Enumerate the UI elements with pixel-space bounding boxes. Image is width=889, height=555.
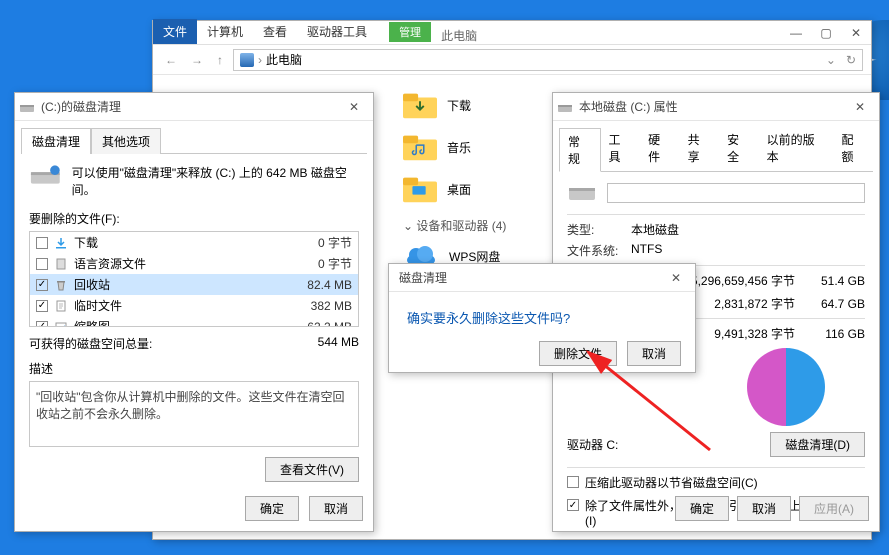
tab-general[interactable]: 常规	[559, 128, 601, 172]
ribbon-tab-computer[interactable]: 计算机	[197, 19, 253, 44]
ribbon-tab-file[interactable]: 文件	[153, 19, 197, 44]
ribbon-tab-drivetools[interactable]: 驱动器工具	[297, 19, 377, 44]
confirm-title: 磁盘清理	[393, 269, 661, 286]
folder-icon	[403, 91, 437, 119]
apply-button[interactable]: 应用(A)	[799, 496, 869, 521]
description-label: 描述	[29, 360, 359, 377]
capacity-pie-chart	[747, 348, 825, 426]
thumbnail-icon	[54, 320, 68, 328]
checkbox[interactable]: ✓	[567, 499, 579, 511]
up-button[interactable]: ↑	[213, 53, 227, 67]
download-icon	[54, 236, 68, 250]
cleanup-tabs: 磁盘清理 其他选项	[21, 127, 367, 154]
ribbon-context-manage[interactable]: 管理	[389, 22, 431, 42]
this-pc-icon	[240, 53, 254, 67]
confirm-dialog: 磁盘清理 ✕ 确实要永久删除这些文件吗? 删除文件 取消	[388, 263, 696, 373]
type-value: 本地磁盘	[631, 221, 679, 238]
props-title: 本地磁盘 (C:) 属性	[579, 98, 845, 115]
explorer-ribbon: 文件 计算机 查看 驱动器工具 管理 此电脑 — ▢ ✕	[153, 21, 871, 45]
disk-cleanup-window: (C:)的磁盘清理 ✕ 磁盘清理 其他选项 可以使用"磁盘清理"来释放 (C:)…	[14, 92, 374, 532]
recycle-bin-icon	[54, 278, 68, 292]
temp-file-icon	[54, 299, 68, 313]
folder-label: 音乐	[447, 139, 471, 156]
tab-security[interactable]: 安全	[719, 127, 759, 171]
ok-button[interactable]: 确定	[245, 496, 299, 521]
tab-previous[interactable]: 以前的版本	[759, 127, 834, 171]
forward-button[interactable]: →	[187, 53, 207, 67]
tab-tools[interactable]: 工具	[601, 127, 641, 171]
list-item[interactable]: 下载0 字节	[30, 232, 358, 253]
tab-disk-cleanup[interactable]: 磁盘清理	[21, 128, 91, 154]
files-to-delete-label: 要删除的文件(F):	[29, 210, 359, 227]
folder-icon	[403, 133, 437, 161]
cleanup-titlebar: (C:)的磁盘清理 ✕	[15, 93, 373, 121]
checkbox[interactable]	[36, 237, 48, 249]
address-bar-row: ← → ↑ › 此电脑 ⌄ ↻	[153, 45, 871, 75]
confirm-titlebar: 磁盘清理 ✕	[389, 264, 695, 292]
cancel-button[interactable]: 取消	[627, 341, 681, 366]
minimize-button[interactable]: —	[781, 22, 811, 44]
breadcrumb-text: 此电脑	[266, 51, 302, 68]
device-label: WPS网盘	[449, 248, 500, 265]
description-text: "回收站"包含你从计算机中删除的文件。这些文件在清空回收站之前不会永久删除。	[29, 381, 359, 447]
fs-value: NTFS	[631, 242, 662, 259]
props-titlebar: 本地磁盘 (C:) 属性 ✕	[553, 93, 879, 121]
tab-more-options[interactable]: 其他选项	[91, 128, 161, 154]
tab-hardware[interactable]: 硬件	[640, 127, 680, 171]
cancel-button[interactable]: 取消	[309, 496, 363, 521]
cancel-button[interactable]: 取消	[737, 496, 791, 521]
back-button[interactable]: ←	[161, 53, 181, 67]
total-label: 可获得的磁盘空间总量:	[29, 335, 152, 352]
checkbox[interactable]	[567, 476, 579, 488]
explorer-title: 此电脑	[441, 27, 477, 44]
checkbox[interactable]	[36, 258, 48, 270]
list-item[interactable]: ✓ 回收站82.4 MB	[30, 274, 358, 295]
drive-icon	[557, 99, 573, 115]
fs-label: 文件系统:	[567, 242, 631, 259]
tab-quota[interactable]: 配额	[833, 127, 873, 171]
folder-label: 下载	[447, 97, 471, 114]
file-icon	[54, 257, 68, 271]
ribbon-tab-view[interactable]: 查看	[253, 19, 297, 44]
cleanup-file-list[interactable]: 下载0 字节 语言资源文件0 字节 ✓ 回收站82.4 MB ✓ 临时文件382…	[29, 231, 359, 327]
close-button[interactable]: ✕	[661, 267, 691, 289]
list-item[interactable]: ✓ 缩略图62.2 MB	[30, 316, 358, 327]
total-value: 544 MB	[318, 335, 359, 352]
ok-button[interactable]: 确定	[675, 496, 729, 521]
refresh-button[interactable]: ↻	[846, 53, 856, 67]
checkbox[interactable]: ✓	[36, 321, 48, 328]
type-label: 类型:	[567, 221, 631, 238]
checkbox[interactable]: ✓	[36, 279, 48, 291]
drive-name-input[interactable]	[607, 183, 865, 203]
list-item[interactable]: ✓ 临时文件382 MB	[30, 295, 358, 316]
close-button[interactable]: ✕	[339, 96, 369, 118]
breadcrumb-dropdown[interactable]: ⌄	[826, 53, 836, 67]
delete-files-button[interactable]: 删除文件	[539, 341, 617, 366]
cleanup-intro-text: 可以使用"磁盘清理"来释放 (C:) 上的 642 MB 磁盘空间。	[72, 164, 359, 198]
breadcrumb-bar[interactable]: › 此电脑 ⌄ ↻	[233, 49, 863, 71]
folder-icon	[403, 175, 437, 203]
checkbox[interactable]: ✓	[36, 300, 48, 312]
drive-icon	[19, 99, 35, 115]
close-button[interactable]: ✕	[841, 22, 871, 44]
cleanup-title: (C:)的磁盘清理	[41, 98, 339, 115]
list-item[interactable]: 语言资源文件0 字节	[30, 253, 358, 274]
folder-label: 桌面	[447, 181, 471, 198]
props-tabs: 常规 工具 硬件 共享 安全 以前的版本 配额	[559, 127, 873, 172]
drive-cleanup-icon	[29, 164, 62, 188]
drive-letter-label: 驱动器 C:	[567, 436, 618, 453]
close-button[interactable]: ✕	[845, 96, 875, 118]
maximize-button[interactable]: ▢	[811, 22, 841, 44]
confirm-message: 确实要永久删除这些文件吗?	[389, 292, 695, 341]
compress-checkbox-row[interactable]: 压缩此驱动器以节省磁盘空间(C)	[567, 474, 865, 491]
disk-cleanup-button[interactable]: 磁盘清理(D)	[770, 432, 865, 457]
view-files-button[interactable]: 查看文件(V)	[265, 457, 359, 482]
drive-icon	[567, 182, 597, 204]
tab-sharing[interactable]: 共享	[680, 127, 720, 171]
